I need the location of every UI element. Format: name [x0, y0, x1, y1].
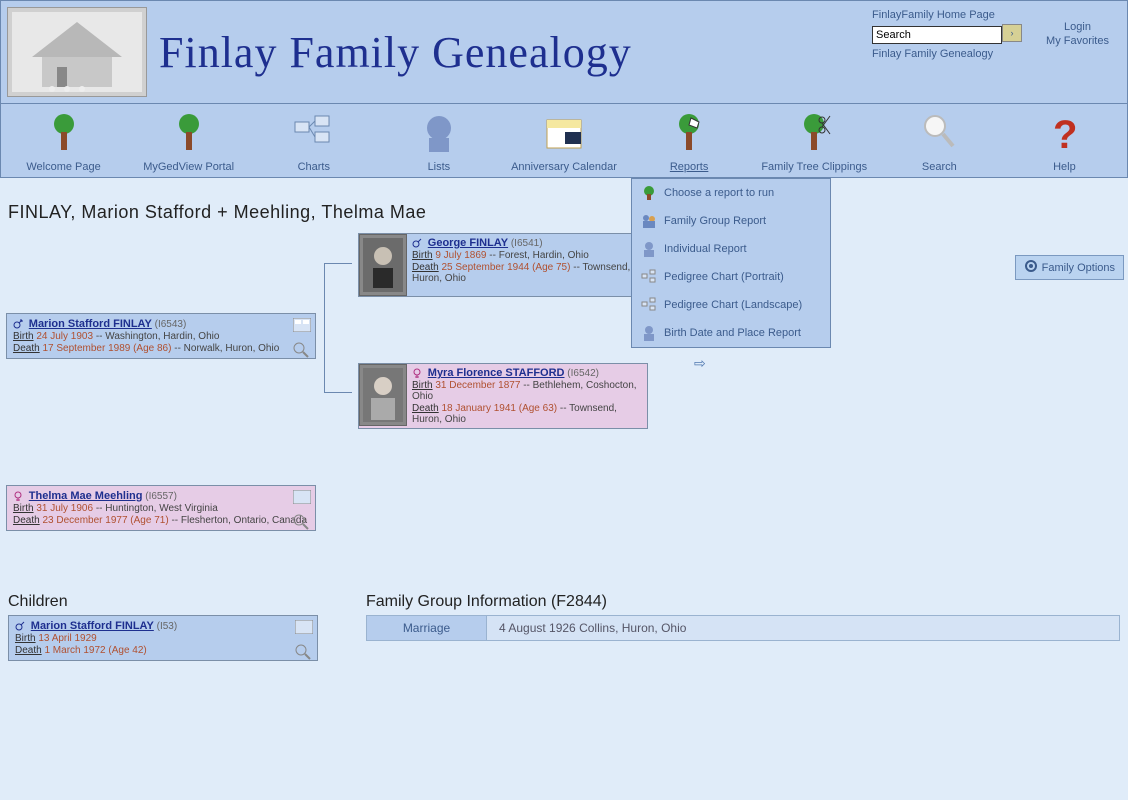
portrait-image [359, 364, 407, 426]
dd-birth-date-place[interactable]: Birth Date and Place Report [632, 319, 830, 347]
main-navbar: Welcome Page MyGedView Portal Charts Lis… [0, 104, 1128, 178]
marriage-value: 4 August 1926 Collins, Huron, Ohio [487, 616, 1120, 641]
female-icon [13, 491, 23, 501]
nav-search[interactable]: Search [884, 110, 994, 173]
header-links: FinlayFamily Home Page › Finlay Family G… [872, 9, 1022, 63]
genealogy-sub-link[interactable]: Finlay Family Genealogy [872, 48, 1022, 60]
family-link-icon[interactable] [293, 318, 311, 336]
nav-lists[interactable]: Lists [384, 110, 494, 173]
family-title: FINLAY, Marion Stafford + Meehling, Thel… [0, 178, 1128, 233]
chart-icon [640, 268, 658, 286]
site-logo-image [7, 7, 147, 97]
nav-reports[interactable]: Reports [634, 110, 744, 173]
dd-pedigree-landscape[interactable]: Pedigree Chart (Landscape) [632, 291, 830, 319]
person-icon [640, 324, 658, 342]
nav-clippings[interactable]: Family Tree Clippings [759, 110, 869, 173]
chart-icon [640, 296, 658, 314]
male-icon [13, 319, 23, 329]
nav-mygedview[interactable]: MyGedView Portal [134, 110, 244, 173]
male-icon [412, 238, 422, 248]
children-heading: Children [8, 593, 338, 611]
person-icon [640, 240, 658, 258]
male-icon [15, 621, 25, 631]
header-banner: Finlay Family Genealogy FinlayFamily Hom… [0, 0, 1128, 104]
my-favorites-link[interactable]: My Favorites [1046, 35, 1109, 47]
nav-welcome[interactable]: Welcome Page [9, 110, 119, 173]
husband-card[interactable]: Marion Stafford FINLAY (I6543) Birth 24 … [6, 313, 316, 359]
login-link[interactable]: Login [1046, 21, 1109, 33]
dd-choose-report[interactable]: Choose a report to run [632, 179, 830, 207]
nav-calendar[interactable]: Anniversary Calendar [509, 110, 619, 173]
search-input[interactable] [872, 26, 1002, 44]
wife-card[interactable]: Thelma Mae Meehling (I6557) Birth 31 Jul… [6, 485, 316, 531]
dd-individual[interactable]: Individual Report [632, 235, 830, 263]
nav-charts[interactable]: Charts [259, 110, 369, 173]
group-info-table: Marriage 4 August 1926 Collins, Huron, O… [366, 615, 1120, 641]
group-info-heading: Family Group Information (F2844) [366, 593, 1120, 611]
marriage-label: Marriage [367, 616, 487, 641]
mother-card[interactable]: Myra Florence STAFFORD (I6542) Birth 31 … [358, 363, 648, 429]
site-title: Finlay Family Genealogy [159, 27, 632, 78]
reports-dropdown: Choose a report to run Family Group Repo… [631, 178, 831, 348]
person-name[interactable]: Marion Stafford FINLAY [29, 318, 152, 330]
home-page-link[interactable]: FinlayFamily Home Page [872, 9, 1022, 21]
svg-text:?: ? [1053, 113, 1077, 156]
portrait-image [359, 234, 407, 296]
father-card[interactable]: George FINLAY (I6541) Birth 9 July 1869 … [358, 233, 648, 297]
dd-pedigree-portrait[interactable]: Pedigree Chart (Portrait) [632, 263, 830, 291]
logo-block: Finlay Family Genealogy [7, 7, 632, 97]
people-icon [640, 212, 658, 230]
family-link-icon[interactable] [295, 620, 313, 638]
zoom-icon[interactable] [293, 514, 311, 532]
female-icon [412, 368, 422, 378]
child-card[interactable]: Marion Stafford FINLAY (I53) Birth 13 Ap… [8, 615, 318, 661]
tree-icon [640, 184, 658, 202]
search-submit-button[interactable]: › [1002, 24, 1022, 42]
nav-help[interactable]: ?Help [1009, 110, 1119, 173]
zoom-icon[interactable] [295, 644, 313, 662]
family-link-icon[interactable] [293, 490, 311, 508]
pedigree-area: Marion Stafford FINLAY (I6543) Birth 24 … [0, 233, 1128, 593]
expand-arrow-icon[interactable]: ⇨ [694, 355, 706, 372]
tree-connector [324, 263, 352, 393]
zoom-icon[interactable] [293, 342, 311, 360]
dd-family-group[interactable]: Family Group Report [632, 207, 830, 235]
